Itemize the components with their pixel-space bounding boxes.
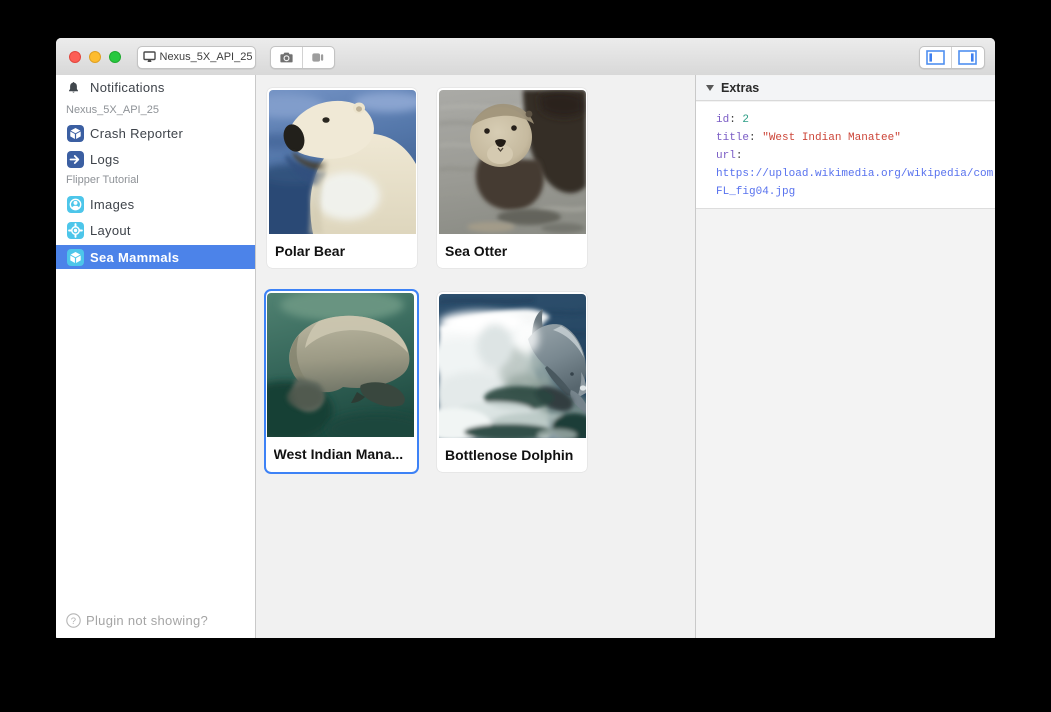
svg-text:?: ? (71, 615, 77, 626)
